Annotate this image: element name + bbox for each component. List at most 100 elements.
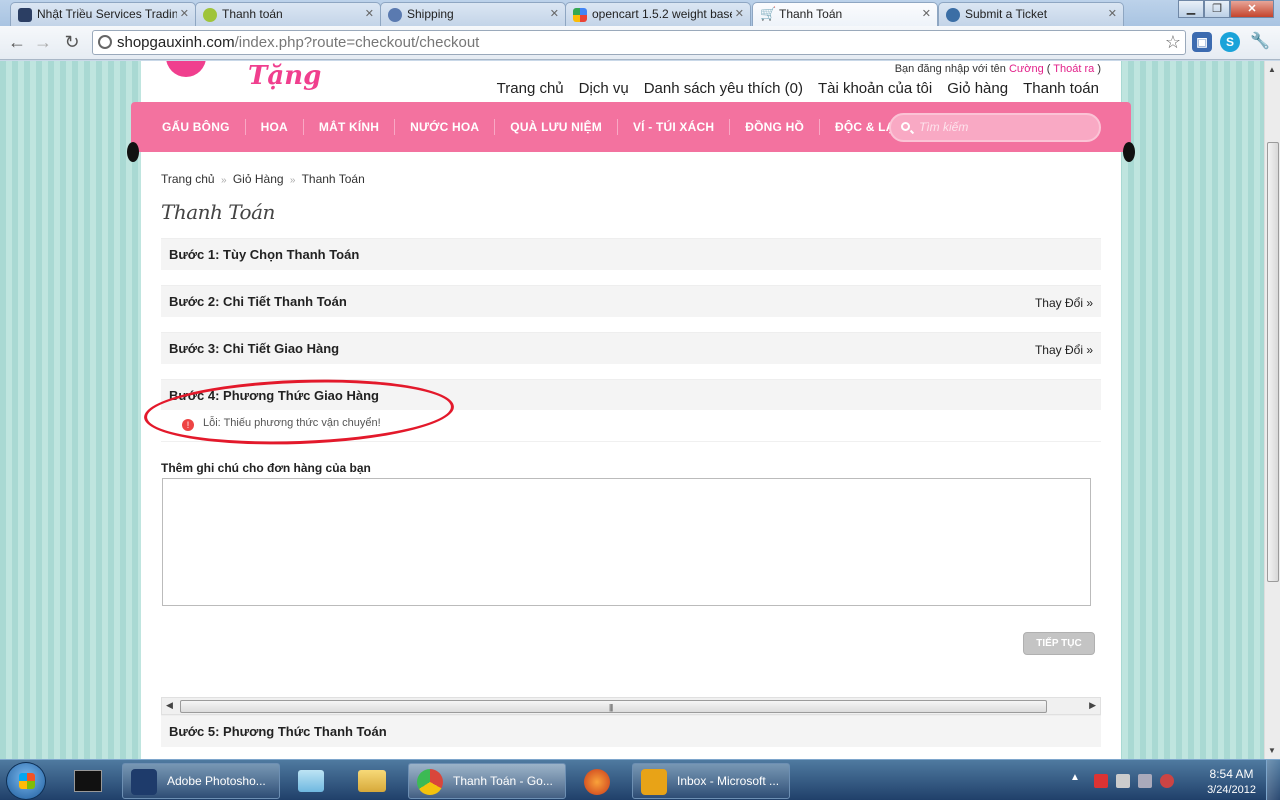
checkout-step-3[interactable]: Bước 3: Chi Tiết Giao Hàng Thay Đổi » [161, 332, 1101, 364]
wrench-icon[interactable]: 🔧 [1250, 32, 1270, 52]
close-icon[interactable]: ✕ [180, 7, 189, 20]
order-note-textarea[interactable] [162, 478, 1091, 606]
search-input[interactable]: Tìm kiếm [889, 113, 1101, 142]
browser-toolbar: ← → ↻ shopgauxinh.com/index.php?route=ch… [0, 26, 1280, 60]
page-container: Shop Quà Tặng Bạn đăng nhập với tên Cườn… [127, 61, 1135, 759]
tab-title: Thanh Toán [779, 7, 843, 21]
page-title: Thanh Toán [161, 200, 275, 224]
windows-taskbar: Adobe Photosho... Thanh Toán - Go... Inb… [0, 759, 1280, 800]
toplink-home[interactable]: Trang chủ [497, 80, 564, 97]
browser-tab-6[interactable]: Submit a Ticket ✕ [938, 2, 1124, 26]
taskbar-photoshop[interactable]: Adobe Photosho... [122, 763, 280, 799]
browser-tab-1[interactable]: Nhật Triều Services Tradin ✕ [10, 2, 196, 26]
network-warning-icon[interactable] [1094, 774, 1108, 788]
back-button[interactable]: ← [6, 31, 28, 53]
scroll-right-icon[interactable]: ▶ [1089, 700, 1096, 711]
windows-launcher[interactable] [286, 764, 338, 798]
globe-icon [388, 8, 402, 22]
tab-title: opencart 1.5.2 weight base [592, 7, 732, 21]
monitor-icon[interactable] [1138, 774, 1152, 788]
category-navbar: GẤU BÔNG HOA MẮT KÍNH NƯỚC HOA QUÀ LƯU N… [127, 102, 1135, 162]
cmd-launcher[interactable] [62, 764, 114, 798]
show-desktop-button[interactable] [1266, 760, 1280, 800]
scroll-left-icon[interactable]: ◀ [166, 700, 173, 711]
taskbar-chrome[interactable]: Thanh Toán - Go... [408, 763, 566, 799]
browser-tab-3[interactable]: Shipping ✕ [380, 2, 566, 26]
toplink-cart[interactable]: Giỏ hàng [947, 80, 1008, 97]
breadcrumb-separator: » [220, 175, 227, 186]
gear-icon [946, 8, 960, 22]
login-prefix: Bạn đăng nhập với tên [894, 63, 1006, 75]
step-label: Bước 1: Tùy Chọn Thanh Toán [169, 247, 360, 262]
horizontal-scrollbar[interactable]: ◀ ||| ▶ [161, 697, 1101, 715]
toplink-checkout[interactable]: Thanh toán [1023, 80, 1099, 97]
vertical-scroll-thumb[interactable] [1267, 142, 1279, 582]
nav-wallets-bags[interactable]: VÍ - TÚI XÁCH [616, 119, 729, 135]
restore-button[interactable]: ❐ [1204, 0, 1230, 18]
search-placeholder: Tìm kiếm [919, 120, 969, 134]
task-label: Thanh Toán - Go... [453, 774, 553, 788]
toplink-account[interactable]: Tài khoản của tôi [818, 80, 932, 97]
close-icon[interactable]: ✕ [1108, 7, 1117, 20]
top-links: Trang chủ Dịch vụ Danh sách yêu thích (0… [497, 80, 1099, 97]
scroll-thumb[interactable]: ||| [180, 700, 1047, 713]
browser-tab-5[interactable]: 🛒 Thanh Toán ✕ [752, 2, 938, 26]
scroll-down-icon[interactable]: ▼ [1268, 746, 1276, 755]
shop-icon [203, 8, 217, 22]
extension-icon[interactable]: ▣ [1192, 32, 1212, 52]
tray-expand-icon[interactable]: ▲ [1070, 772, 1084, 786]
vertical-scrollbar[interactable]: ▲ ▼ [1264, 61, 1280, 759]
taskbar-outlook[interactable]: Inbox - Microsoft ... [632, 763, 790, 799]
breadcrumb-checkout[interactable]: Thanh Toán [302, 172, 365, 186]
checkout-step-2[interactable]: Bước 2: Chi Tiết Thanh Toán Thay Đổi » [161, 285, 1101, 317]
nt-logo-icon [18, 8, 32, 22]
nav-watches[interactable]: ĐỒNG HỒ [729, 119, 819, 135]
scroll-up-icon[interactable]: ▲ [1268, 65, 1276, 74]
close-window-button[interactable]: ✕ [1230, 0, 1274, 18]
browser-tab-2[interactable]: Thanh toán ✕ [195, 2, 381, 26]
device-icon[interactable] [1116, 774, 1130, 788]
explorer-launcher[interactable] [346, 764, 398, 798]
task-label: Adobe Photosho... [167, 774, 266, 788]
login-user-link[interactable]: Cường [1009, 63, 1044, 75]
logout-link[interactable]: Thoát ra [1053, 63, 1094, 75]
nav-perfume[interactable]: NƯỚC HOA [394, 119, 494, 135]
toplink-services[interactable]: Dịch vụ [579, 80, 629, 97]
nav-glasses[interactable]: MẮT KÍNH [302, 119, 394, 135]
nav-teddy-bears[interactable]: GẤU BÔNG [151, 119, 245, 135]
address-bar[interactable]: shopgauxinh.com/index.php?route=checkout… [92, 30, 1186, 55]
continue-button[interactable]: TIẾP TỤC [1023, 632, 1095, 655]
firefox-launcher[interactable] [572, 764, 624, 798]
breadcrumb-cart[interactable]: Giỏ Hàng [233, 172, 284, 186]
volume-muted-icon[interactable] [1160, 774, 1174, 788]
forward-button[interactable]: → [32, 31, 54, 53]
system-clock[interactable]: 8:54 AM 3/24/2012 [1207, 766, 1256, 798]
grip-icon: ||| [609, 703, 613, 712]
nav-flowers[interactable]: HOA [244, 119, 303, 135]
close-icon[interactable]: ✕ [550, 7, 559, 20]
nav-souvenirs[interactable]: QUÀ LƯU NIỆM [494, 119, 617, 135]
close-icon[interactable]: ✕ [365, 7, 374, 20]
change-link[interactable]: Thay Đổi » [1035, 296, 1093, 310]
system-tray: ▲ 8:54 AM 3/24/2012 [1060, 760, 1280, 800]
cart-icon: 🛒 [760, 6, 777, 21]
minimize-button[interactable]: ▁ [1178, 0, 1204, 18]
toplink-wishlist[interactable]: Danh sách yêu thích (0) [644, 80, 803, 97]
logo-swirl-icon [166, 61, 206, 77]
login-paren-close: ) [1097, 63, 1101, 75]
start-button[interactable] [6, 762, 46, 800]
breadcrumb-home[interactable]: Trang chủ [161, 172, 215, 186]
chrome-icon [417, 769, 443, 795]
firefox-icon [584, 769, 610, 795]
site-logo[interactable]: Shop Quà Tặng [166, 61, 466, 91]
checkout-step-1[interactable]: Bước 1: Tùy Chọn Thanh Toán [161, 238, 1101, 270]
browser-tab-4[interactable]: opencart 1.5.2 weight base ✕ [565, 2, 751, 26]
close-icon[interactable]: ✕ [922, 7, 931, 20]
reload-button[interactable]: ↻ [61, 31, 83, 53]
change-link[interactable]: Thay Đổi » [1035, 343, 1093, 357]
checkout-step-5[interactable]: Bước 5: Phương Thức Thanh Toán [161, 715, 1101, 747]
skype-icon[interactable]: S [1220, 32, 1240, 52]
bookmark-star-icon[interactable]: ☆ [1165, 32, 1181, 53]
url-path: /index.php?route=checkout/checkout [234, 34, 480, 51]
close-icon[interactable]: ✕ [735, 7, 744, 20]
